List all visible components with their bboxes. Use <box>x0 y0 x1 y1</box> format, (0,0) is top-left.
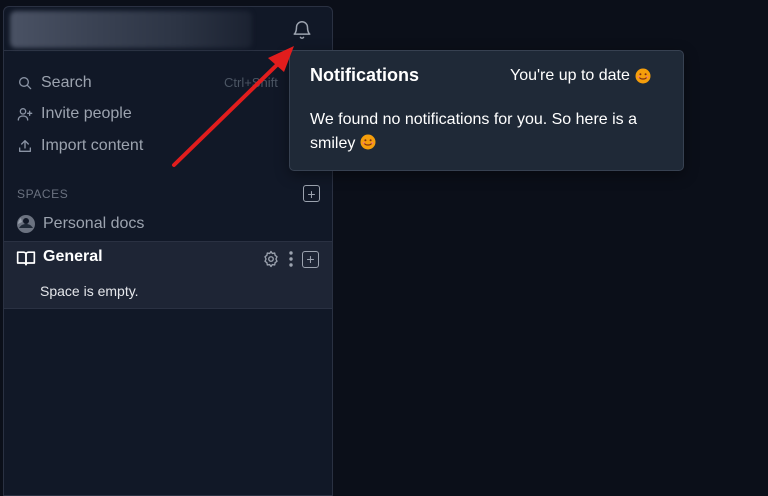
sidebar: Search Ctrl+Shift Invite people Import c… <box>3 6 333 496</box>
nav-invite-label: Invite people <box>41 105 132 122</box>
space-item-personal-docs[interactable]: Personal docs <box>4 208 332 240</box>
plus-icon: + <box>306 251 315 267</box>
more-vertical-icon[interactable] <box>288 250 294 268</box>
upload-icon <box>17 138 33 154</box>
notifications-status-text: You're up to date <box>510 67 630 84</box>
book-icon <box>16 248 36 268</box>
space-empty-message: Space is empty. <box>40 283 139 299</box>
user-plus-icon <box>17 106 33 122</box>
notifications-title: Notifications <box>310 65 420 85</box>
search-shortcut-hint: Ctrl+Shift <box>224 75 278 90</box>
bell-icon[interactable] <box>291 19 313 41</box>
smiley-icon <box>635 68 651 84</box>
nav-import-label: Import content <box>41 137 144 154</box>
search-icon <box>17 75 33 91</box>
gear-icon[interactable] <box>262 250 280 268</box>
nav-import-content[interactable]: Import content <box>17 135 143 157</box>
notifications-popover: Notifications You're up to date We found… <box>289 50 684 171</box>
space-label: Personal docs <box>43 215 145 232</box>
notifications-status: You're up to date <box>510 67 651 85</box>
notifications-body: We found no notifications for you. So he… <box>310 108 650 156</box>
nav-search[interactable]: Search <box>17 72 92 94</box>
add-page-button[interactable]: + <box>302 250 319 268</box>
smiley-icon <box>360 134 376 150</box>
nav-search-label: Search <box>41 74 92 91</box>
space-label: General <box>43 248 103 265</box>
avatar-icon <box>16 214 36 234</box>
space-actions: + <box>262 250 319 268</box>
spaces-section-label: SPACES <box>17 187 69 201</box>
add-space-button[interactable]: + <box>303 185 320 202</box>
workspace-header <box>4 7 332 51</box>
nav-invite-people[interactable]: Invite people <box>17 103 132 125</box>
plus-icon: + <box>307 185 316 202</box>
workspace-switcher-blurred[interactable] <box>10 11 252 48</box>
